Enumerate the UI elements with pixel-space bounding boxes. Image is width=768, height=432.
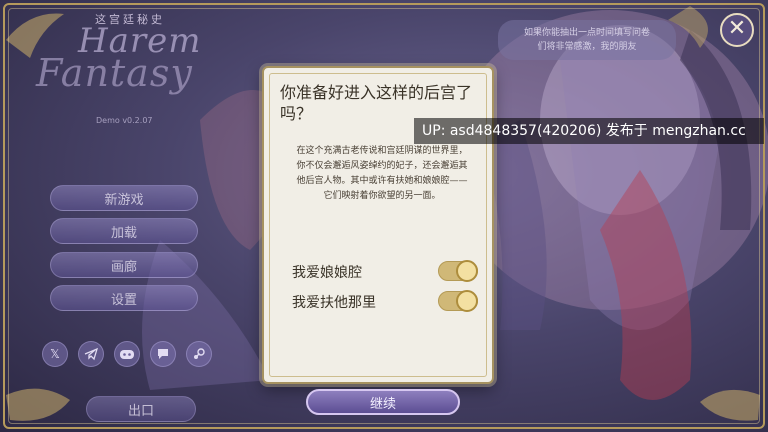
speech-line-1: 如果你能抽出一点时间填写问卷 [523,28,650,38]
option-label-femboy: 我爱娘娘腔 [292,265,362,281]
watermark-banner: UP: asd4848357(420206) 发布于 mengzhan.cc [414,118,764,144]
logo-title-line2: Fantasy [36,51,193,95]
option-label-futa: 我爱扶他那里 [292,295,376,311]
gallery-button[interactable]: 画廊 [50,252,198,278]
content-preference-dialog: 你准备好进入这样的后宫了吗？ 在这个充满古老传说和宫廷阴谋的世界里，你不仅会邂逅… [262,66,494,384]
settings-button[interactable]: 设置 [50,285,198,311]
option-toggle-futa[interactable] [438,290,478,312]
close-icon[interactable]: ✕ [720,13,754,47]
toggle-knob [456,290,478,312]
toggle-knob [456,260,478,282]
x-icon[interactable]: 𝕏 [42,341,68,367]
telegram-icon[interactable] [78,341,104,367]
speech-line-2: 们将非常感激，我的朋友 [537,42,637,52]
continue-button[interactable]: 继续 [306,389,460,415]
load-button[interactable]: 加载 [50,218,198,244]
option-toggle-femboy[interactable] [438,260,478,282]
game-screen: 这宫廷秘史 Harem Fantasy Demo v0.2.07 新游戏 加载 … [0,0,768,432]
chat-icon[interactable] [150,341,176,367]
exit-button[interactable]: 出口 [86,396,196,422]
new-game-button[interactable]: 新游戏 [50,185,198,211]
dialog-description: 在这个充满古老传说和宫廷阴谋的世界里，你不仅会邂逅风姿绰约的妃子，还会邂逅其他后… [296,146,468,201]
version-label: Demo v0.2.07 [96,116,153,125]
discord-icon[interactable] [114,341,140,367]
steam-icon[interactable] [186,341,212,367]
speech-bubble: 如果你能抽出一点时间填写问卷 们将非常感激，我的朋友 [498,20,676,60]
